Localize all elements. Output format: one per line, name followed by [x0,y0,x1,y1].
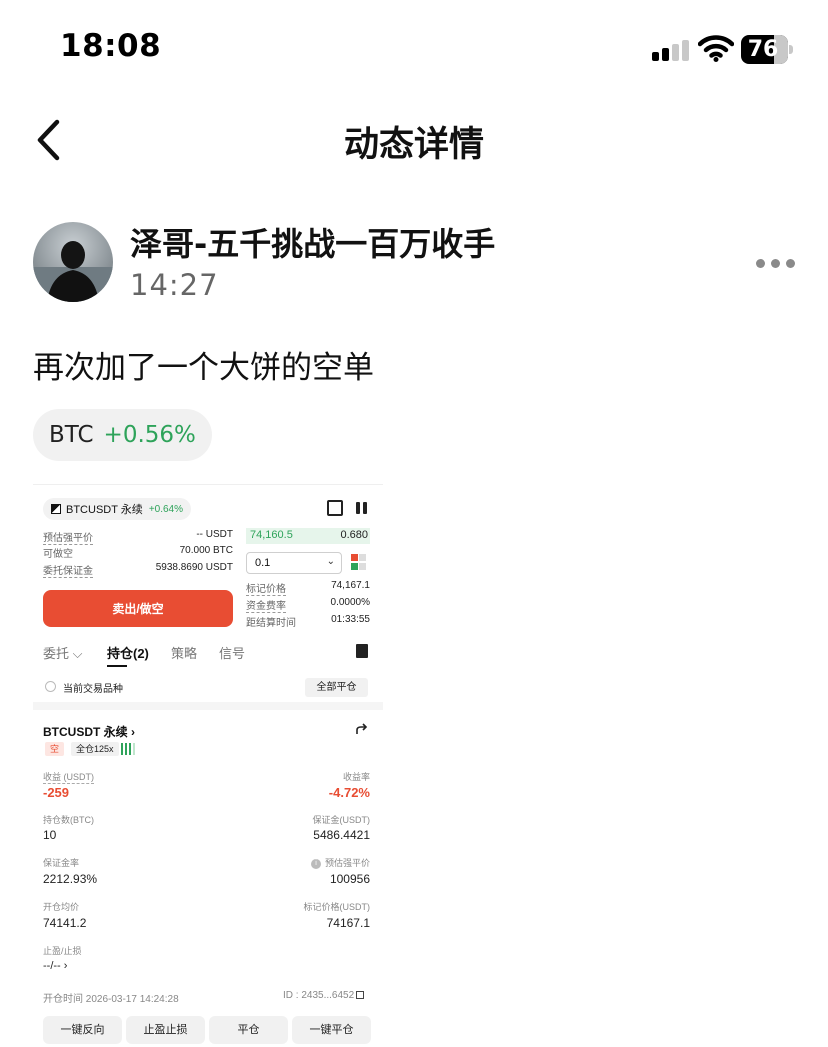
pnl-label: 收益 (USDT) [43,772,94,784]
tpsl-value: --/-- › [43,960,68,972]
side-tag: 空 [45,742,65,756]
info-icon: i [310,858,321,869]
reverse-button: 一键反向 [43,1016,122,1044]
section-divider [33,702,383,710]
est-liq-value: 100956 [329,872,370,886]
mark-price-usdt-label: 标记价格(USDT) [303,902,371,912]
battery-level: 76 [747,37,779,62]
status-bar: 18:08 76 [0,0,828,100]
battery-icon: 76 [741,35,793,64]
available-short-label: 可做空 [43,549,73,560]
lot-select: 0.1 ⌄ [246,552,342,574]
wifi-icon [698,35,734,62]
more-options-icon[interactable] [756,258,796,270]
funding-rate-label: 资金费率 [246,601,286,613]
position-title: BTCUSDT 永续 › [43,725,135,739]
mark-price-label: 标记价格 [246,584,286,596]
tab-positions: 持仓(2) [107,646,149,661]
attached-screenshot[interactable]: BTCUSDT 永续 +0.64% 预估强平价 -- USDT 可做空 70.0… [33,480,383,1047]
position-id: ID : 2435...6452 [283,990,355,1001]
candlestick-icon [355,500,369,516]
size-label: 持仓数(BTC) [43,815,94,825]
order-margin-value: 5938.8690 USDT [155,562,233,573]
settle-time-value: 01:33:55 [331,614,370,625]
tpsl-label: 止盈/止损 [43,946,82,956]
position-tabs: 委托 ⌵ 持仓(2) 策略 信号 [43,643,373,667]
liq-price-value: -- USDT [196,529,233,540]
divider [33,484,383,485]
orderbook-qty: 0.680 [340,529,368,541]
liq-price-label: 预估强平价 [43,533,93,545]
avatar[interactable] [33,222,113,302]
pair-selector: BTCUSDT 永续 +0.64% [43,498,192,520]
tab-strategy: 策略 [171,646,198,661]
risk-bars-icon [121,742,139,755]
post-time: 14:27 [130,268,219,302]
radio-icon [45,681,56,692]
chart-icon [327,500,343,516]
mark-price-value: 74,167.1 [331,580,370,591]
share-icon [356,723,368,734]
orderbook-row: 74,160.5 0.680 [246,528,370,544]
filter-label: 当前交易品种 [63,684,123,695]
author-name[interactable]: 泽哥-五千挑战一百万收手 [130,219,495,265]
lot-select-value: 0.1 [255,557,271,569]
sell-short-button: 卖出/做空 [43,590,233,627]
open-time: 开仓时间 2026-03-17 14:24:28 [43,994,179,1005]
entry-price-label: 开仓均价 [43,902,80,912]
margin-ratio-label: 保证金率 [43,858,80,868]
est-liq-label: 预估强平价 [324,858,370,868]
status-time: 18:08 [60,28,162,64]
orderbook-price: 74,160.5 [250,529,293,541]
document-icon [356,644,368,658]
coin-change: +0.56% [103,422,196,448]
cellular-signal-icon [652,39,690,61]
mark-price-usdt-value: 74167.1 [326,916,370,930]
post-text: 再次加了一个大饼的空单 [33,350,374,386]
settle-time-label: 距结算时间 [246,618,296,629]
tab-signals: 信号 [219,646,246,661]
pair-change: +0.64% [148,503,184,515]
tab-underline [107,665,127,667]
roe-label: 收益率 [342,772,370,782]
pnl-value: -259 [43,785,70,800]
pair-icon [51,504,61,514]
tpsl-button: 止盈止损 [126,1016,205,1044]
page-title: 动态详情 [343,125,484,165]
size-value: 10 [43,828,57,842]
available-short-value: 70.000 BTC [179,545,233,556]
orderbook-mode-icon [351,554,367,572]
order-margin-label: 委托保证金 [43,566,93,578]
coin-symbol: BTC [49,422,94,448]
quick-close-button: 一键平仓 [292,1016,371,1044]
close-all-button: 全部平仓 [305,678,368,697]
funding-rate-value: 0.0000% [330,597,370,608]
chevron-down-icon: ⌄ [326,556,335,567]
close-position-button: 平仓 [209,1016,288,1044]
pair-name: BTCUSDT 永续 [66,504,143,516]
copy-icon [356,991,365,1000]
margin-ratio-value: 2212.93% [43,872,98,886]
margin-label: 保证金(USDT) [312,815,371,825]
tab-orders: 委托 ⌵ [43,646,83,661]
leverage-tag: 全仓125x [71,742,119,756]
margin-value: 5486.4421 [313,828,370,842]
entry-price-value: 74141.2 [43,916,87,930]
roe-value: -4.72% [328,785,370,800]
coin-tag[interactable]: BTC +0.56% [33,409,212,461]
